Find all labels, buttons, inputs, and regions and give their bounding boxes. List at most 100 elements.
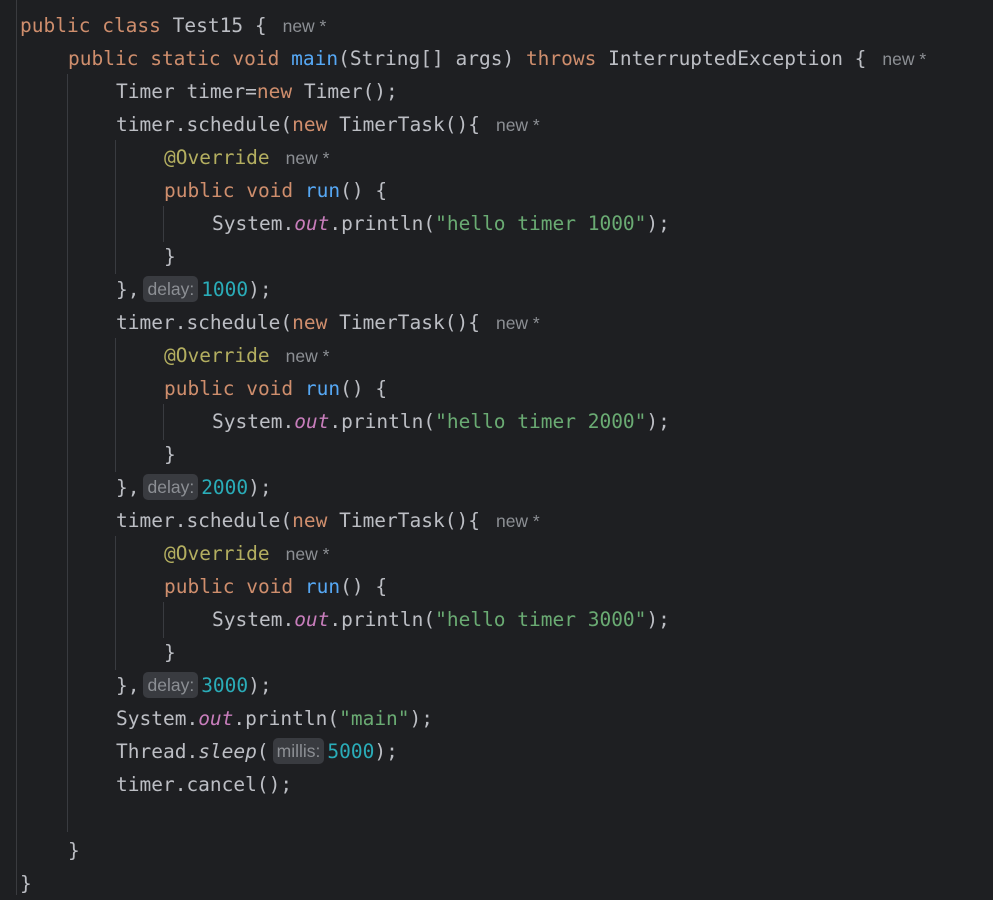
code-line-cancel-call[interactable]: timer.cancel(); (116, 768, 292, 801)
code-token: System. (116, 707, 199, 730)
code-line-println[interactable]: System.out.println("hello timer 2000"); (212, 405, 670, 438)
code-token: Timer(); (292, 80, 398, 103)
method-name: run (304, 377, 341, 400)
author-hint: new * (495, 313, 540, 333)
annotation-override: @Override (164, 344, 270, 367)
author-hint: new * (495, 115, 540, 135)
parameter-hint-millis: millis: (272, 738, 325, 764)
code-token: .println( (329, 212, 436, 235)
code-token: TimerTask(){ (327, 509, 480, 532)
indent-guide (115, 140, 116, 274)
code-line-run-declaration[interactable]: public void run() { (164, 174, 387, 207)
keyword-public: public (164, 377, 235, 400)
indent-guide (163, 602, 164, 638)
keyword-throws: throws (525, 47, 597, 70)
code-token: System. (212, 212, 295, 235)
parameter-hint-delay: delay: (143, 276, 199, 302)
string-literal: "hello timer 1000" (435, 212, 647, 235)
code-token: Thread. (116, 740, 199, 763)
code-token: TimerTask(){ (327, 311, 480, 334)
indent-guide (163, 404, 164, 440)
code-line-schedule-call[interactable]: timer.schedule(new TimerTask(){new * (116, 306, 540, 339)
code-line-main-declaration[interactable]: public static void main(String[] args) t… (68, 42, 926, 75)
code-token: .println( (233, 707, 340, 730)
code-token: Timer timer= (116, 80, 257, 103)
code-line-override[interactable]: @Override new * (164, 537, 329, 570)
keyword-void: void (246, 575, 294, 598)
code-token: () { (340, 179, 388, 202)
method-name: run (304, 179, 341, 202)
static-field-out: out (294, 410, 330, 433)
code-line-close-class[interactable]: } (20, 867, 32, 900)
code-line-schedule-call[interactable]: timer.schedule(new TimerTask(){new * (116, 108, 540, 141)
code-token: .println( (329, 410, 436, 433)
code-token: } (164, 443, 176, 466)
code-token: ); (248, 278, 272, 301)
keyword-public: public (68, 47, 139, 70)
code-line-println[interactable]: System.out.println("main"); (116, 702, 433, 735)
code-token: .println( (329, 608, 436, 631)
code-token: ); (646, 212, 670, 235)
code-line-schedule-end[interactable]: }, delay: 3000); (116, 669, 272, 702)
author-hint: new * (285, 148, 330, 168)
method-name: main (291, 47, 339, 70)
code-line-override[interactable]: @Override new * (164, 339, 329, 372)
code-line-schedule-end[interactable]: }, delay: 2000); (116, 471, 272, 504)
code-line-close-brace[interactable]: } (164, 636, 176, 669)
string-literal: "hello timer 3000" (435, 608, 647, 631)
author-hint: new * (285, 544, 330, 564)
code-token: ( (256, 740, 269, 763)
keyword-void: void (232, 47, 280, 70)
code-line-close-brace[interactable]: } (164, 438, 176, 471)
keyword-void: void (246, 377, 294, 400)
code-token: () { (340, 575, 388, 598)
keyword-public: public (164, 179, 235, 202)
code-token: }, (116, 476, 140, 499)
code-token: } (164, 245, 176, 268)
code-token: } (20, 872, 32, 895)
static-field-out: out (294, 608, 330, 631)
code-token: () { (340, 377, 388, 400)
code-line-println[interactable]: System.out.println("hello timer 3000"); (212, 603, 670, 636)
code-line-close-brace[interactable]: } (164, 240, 176, 273)
code-editor[interactable]: public class Test15 {new * public static … (0, 0, 993, 895)
indent-guide (115, 338, 116, 472)
code-line-run-declaration[interactable]: public void run() { (164, 372, 387, 405)
parameter-hint-delay: delay: (143, 474, 199, 500)
code-line-override[interactable]: @Override new * (164, 141, 329, 174)
code-token: ); (409, 707, 434, 730)
code-line-schedule-call[interactable]: timer.schedule(new TimerTask(){new * (116, 504, 540, 537)
author-hint: new * (882, 49, 927, 69)
keyword-public: public (20, 14, 91, 37)
author-hint: new * (495, 511, 540, 531)
code-token: timer.schedule( (116, 113, 293, 136)
method-name: run (304, 575, 341, 598)
code-token: ); (646, 608, 670, 631)
code-token: timer.schedule( (116, 509, 293, 532)
static-method-sleep: sleep (198, 740, 257, 763)
code-line-class-declaration[interactable]: public class Test15 {new * (20, 9, 326, 42)
keyword-void: void (246, 179, 294, 202)
code-token: ); (646, 410, 670, 433)
string-literal: "hello timer 2000" (435, 410, 647, 433)
code-line-sleep-call[interactable]: Thread.sleep(millis: 5000); (116, 735, 398, 768)
code-token: } (164, 641, 176, 664)
number-literal: 3000 (201, 674, 249, 697)
indent-guide (163, 206, 164, 242)
gutter-divider (16, 0, 17, 895)
code-token: System. (212, 608, 295, 631)
code-line-timer-declaration[interactable]: Timer timer=new Timer(); (116, 75, 398, 108)
code-token: ); (374, 740, 398, 763)
code-token: ); (248, 674, 272, 697)
indent-guide (115, 536, 116, 670)
code-line-println[interactable]: System.out.println("hello timer 1000"); (212, 207, 670, 240)
parameter-hint-delay: delay: (143, 672, 199, 698)
keyword-class: class (102, 14, 161, 37)
keyword-new: new (292, 311, 328, 334)
code-line-schedule-end[interactable]: }, delay: 1000); (116, 273, 272, 306)
keyword-public: public (164, 575, 235, 598)
code-line-run-declaration[interactable]: public void run() { (164, 570, 387, 603)
code-line-close-main[interactable]: } (68, 834, 80, 867)
code-token: TimerTask(){ (327, 113, 480, 136)
code-token: (String[] args) (338, 47, 526, 70)
